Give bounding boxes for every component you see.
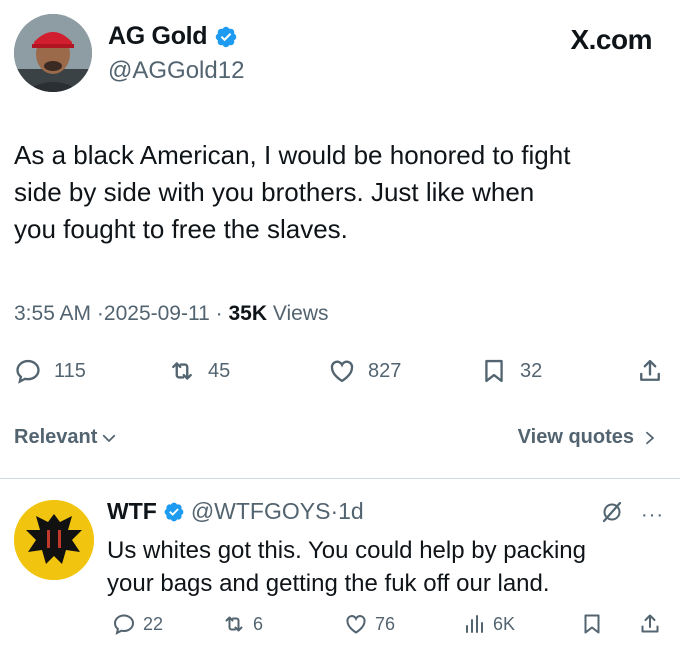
meta-separator: · (96, 302, 104, 325)
reply-repost-count: 6 (253, 613, 264, 634)
sort-relevant-label: Relevant (14, 426, 98, 448)
reply-tweet: WTF @WTFGOYS · 1d ··· Us whites got this… (0, 480, 680, 660)
reply-like-button[interactable]: 76 (344, 612, 395, 636)
view-quotes-label: View quotes (517, 426, 634, 448)
chevron-down-icon (103, 434, 116, 442)
author-name[interactable]: AG Gold (108, 22, 244, 51)
reply-author-name[interactable]: WTF (107, 498, 157, 525)
reply-repost-button[interactable]: 6 (222, 612, 263, 636)
reply-views-button[interactable]: 6K (462, 612, 515, 636)
reply-text-line: your bags and getting the fuk off our la… (107, 570, 550, 597)
bookmark-button[interactable]: 32 (480, 357, 542, 385)
reply-icon (16, 359, 40, 384)
bookmark-icon (485, 359, 503, 383)
like-count: 827 (368, 359, 402, 382)
reply-age[interactable]: 1d (338, 498, 364, 525)
reply-actions: 22 6 76 6K (0, 612, 680, 642)
reply-sort-bar: Relevant View quotes (0, 426, 680, 460)
repost-icon (172, 362, 192, 380)
reply-text-line: Us whites got this. You could help by pa… (107, 537, 586, 564)
author-name-text[interactable]: AG Gold (108, 22, 208, 51)
main-tweet: AG Gold @AGGold12 X.com As a black Ameri… (0, 0, 680, 480)
meta-separator: · (215, 302, 223, 325)
reply-header: WTF @WTFGOYS · 1d (107, 498, 364, 525)
reply-like-count: 76 (375, 613, 396, 634)
author-handle[interactable]: @AGGold12 (108, 57, 244, 85)
chevron-right-icon (646, 431, 654, 444)
bookmark-count: 32 (520, 359, 543, 382)
reply-icon (113, 614, 135, 635)
brand-label: X.com (570, 24, 652, 55)
reply-author-handle[interactable]: @WTFGOYS (191, 498, 331, 525)
share-icon (640, 359, 660, 381)
tweet-text-line: you fought to free the slaves. (14, 214, 348, 244)
reply-count: 115 (54, 359, 86, 382)
tweet-text-line: side by side with you brothers. Just lik… (14, 177, 535, 207)
view-quotes-link[interactable]: View quotes (518, 426, 658, 449)
tweet-actions: 115 45 827 32 (0, 357, 680, 393)
verified-badge-icon (216, 26, 237, 47)
tweet-text: As a black American, I would be honored … (14, 137, 664, 248)
repost-count: 45 (208, 359, 231, 382)
tweet-date[interactable]: 2025-09-11 (104, 302, 210, 325)
share-button[interactable] (636, 357, 664, 385)
views-icon (466, 615, 483, 633)
share-icon (641, 614, 659, 633)
reply-share-button[interactable] (638, 612, 662, 636)
views-count: 35K (228, 302, 267, 325)
reply-button[interactable]: 115 (14, 357, 86, 385)
reply-avatar[interactable] (14, 500, 94, 580)
reply-reply-button[interactable]: 22 (112, 612, 163, 636)
grok-icon[interactable] (600, 500, 624, 524)
author-avatar[interactable] (14, 14, 92, 92)
reply-separator: · (330, 498, 339, 524)
more-icon[interactable]: ··· (641, 504, 664, 527)
tweet-time[interactable]: 3:55 AM (14, 302, 91, 325)
repost-button[interactable]: 45 (168, 357, 230, 385)
reply-bookmark-button[interactable] (580, 612, 604, 636)
repost-icon (225, 616, 243, 632)
sort-relevant-dropdown[interactable]: Relevant (14, 426, 118, 449)
like-icon (346, 615, 366, 634)
reply-views-count: 6K (493, 613, 516, 634)
reply-text: Us whites got this. You could help by pa… (107, 534, 667, 600)
bookmark-icon (584, 614, 600, 634)
like-button[interactable]: 827 (328, 357, 401, 385)
views-label: Views (272, 302, 329, 325)
verified-badge-icon (164, 502, 184, 521)
like-icon (330, 360, 354, 383)
tweet-text-line: As a black American, I would be honored … (14, 140, 571, 170)
tweet-meta: 3:55 AM ·2025-09-11 · 35K Views (14, 302, 328, 326)
divider (0, 478, 680, 479)
reply-reply-count: 22 (143, 613, 164, 634)
